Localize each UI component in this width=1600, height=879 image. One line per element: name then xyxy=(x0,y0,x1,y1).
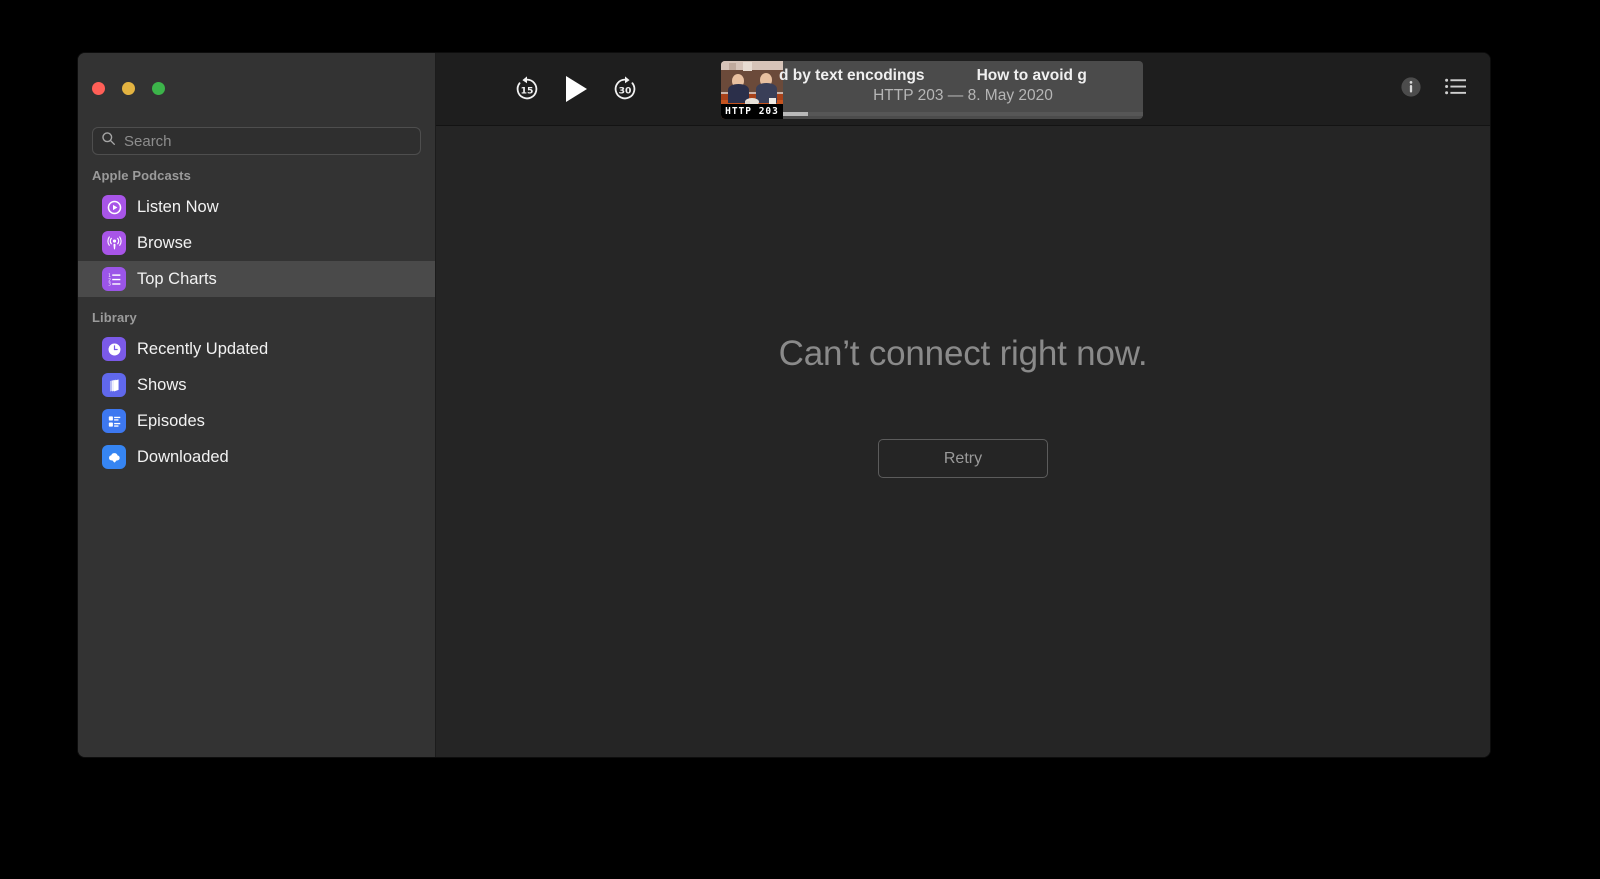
clock-icon xyxy=(102,337,126,361)
cloud-download-icon xyxy=(102,445,126,469)
sidebar-item-label: Listen Now xyxy=(137,197,219,216)
artwork-label: HTTP 203 xyxy=(721,104,783,119)
search-icon xyxy=(101,131,116,151)
play-circle-icon xyxy=(102,195,126,219)
sidebar-item-label: Shows xyxy=(137,375,187,394)
error-message: Can’t connect right now. xyxy=(778,334,1148,373)
sidebar: Apple Podcasts Listen Now xyxy=(78,53,436,757)
player-toolbar: 15 30 HTTP 203 d by text encodings How t… xyxy=(436,53,1490,126)
episode-title-left: d by text encodings xyxy=(779,67,925,84)
playback-progress-bar[interactable] xyxy=(783,112,1143,116)
now-playing-title-marquee: d by text encodings How to avoid g xyxy=(779,67,1143,85)
close-button[interactable] xyxy=(92,82,105,95)
sidebar-item-listen-now[interactable]: Listen Now xyxy=(78,189,435,225)
svg-text:30: 30 xyxy=(619,85,632,96)
main-pane: 15 30 HTTP 203 d by text encodings How t… xyxy=(436,53,1490,757)
episode-title-right: How to avoid g xyxy=(976,67,1087,84)
now-playing-widget[interactable]: HTTP 203 d by text encodings How to avoi… xyxy=(721,61,1143,119)
sidebar-item-downloaded[interactable]: Downloaded xyxy=(78,439,435,475)
retry-button[interactable]: Retry xyxy=(878,439,1048,478)
sidebar-item-label: Downloaded xyxy=(137,447,229,466)
sidebar-item-label: Episodes xyxy=(137,411,205,430)
podcast-antenna-icon xyxy=(102,231,126,255)
now-playing-text: d by text encodings How to avoid g HTTP … xyxy=(779,61,1143,119)
skip-back-15-icon[interactable]: 15 xyxy=(513,75,541,103)
section-header-library: Library xyxy=(92,310,137,325)
sidebar-item-browse[interactable]: Browse xyxy=(78,225,435,261)
list-bullet-icon[interactable] xyxy=(1445,78,1467,100)
sidebar-item-label: Browse xyxy=(137,233,193,252)
sidebar-item-top-charts[interactable]: 1 2 3 Top Charts xyxy=(78,261,435,297)
skip-forward-30-icon[interactable]: 30 xyxy=(611,75,639,103)
search-input[interactable] xyxy=(124,132,412,150)
window-traffic-lights xyxy=(78,53,435,127)
play-icon[interactable] xyxy=(561,73,591,105)
minimize-button[interactable] xyxy=(122,82,135,95)
info-circle-icon[interactable] xyxy=(1400,76,1422,103)
search-box[interactable] xyxy=(92,127,421,155)
list-detail-icon xyxy=(102,409,126,433)
zoom-button[interactable] xyxy=(152,82,165,95)
section-header-apple-podcasts: Apple Podcasts xyxy=(92,168,191,183)
transport-controls: 15 30 xyxy=(513,73,639,105)
search-container xyxy=(78,127,435,155)
podcasts-window: Apple Podcasts Listen Now xyxy=(78,53,1490,757)
sidebar-item-shows[interactable]: Shows xyxy=(78,367,435,403)
episode-subtitle: HTTP 203 — 8. May 2020 xyxy=(873,87,1053,104)
sidebar-item-label: Top Charts xyxy=(137,269,217,288)
sidebar-item-episodes[interactable]: Episodes xyxy=(78,403,435,439)
content-area: Can’t connect right now. Retry xyxy=(436,126,1490,757)
toolbar-right-icons xyxy=(1400,76,1467,103)
svg-text:3: 3 xyxy=(108,281,111,286)
playback-progress-fill xyxy=(783,112,809,116)
sidebar-item-recently-updated[interactable]: Recently Updated xyxy=(78,331,435,367)
ranked-list-icon: 1 2 3 xyxy=(102,267,126,291)
svg-text:15: 15 xyxy=(521,85,534,96)
books-icon xyxy=(102,373,126,397)
episode-artwork: HTTP 203 xyxy=(721,61,783,119)
sidebar-item-label: Recently Updated xyxy=(137,339,269,358)
